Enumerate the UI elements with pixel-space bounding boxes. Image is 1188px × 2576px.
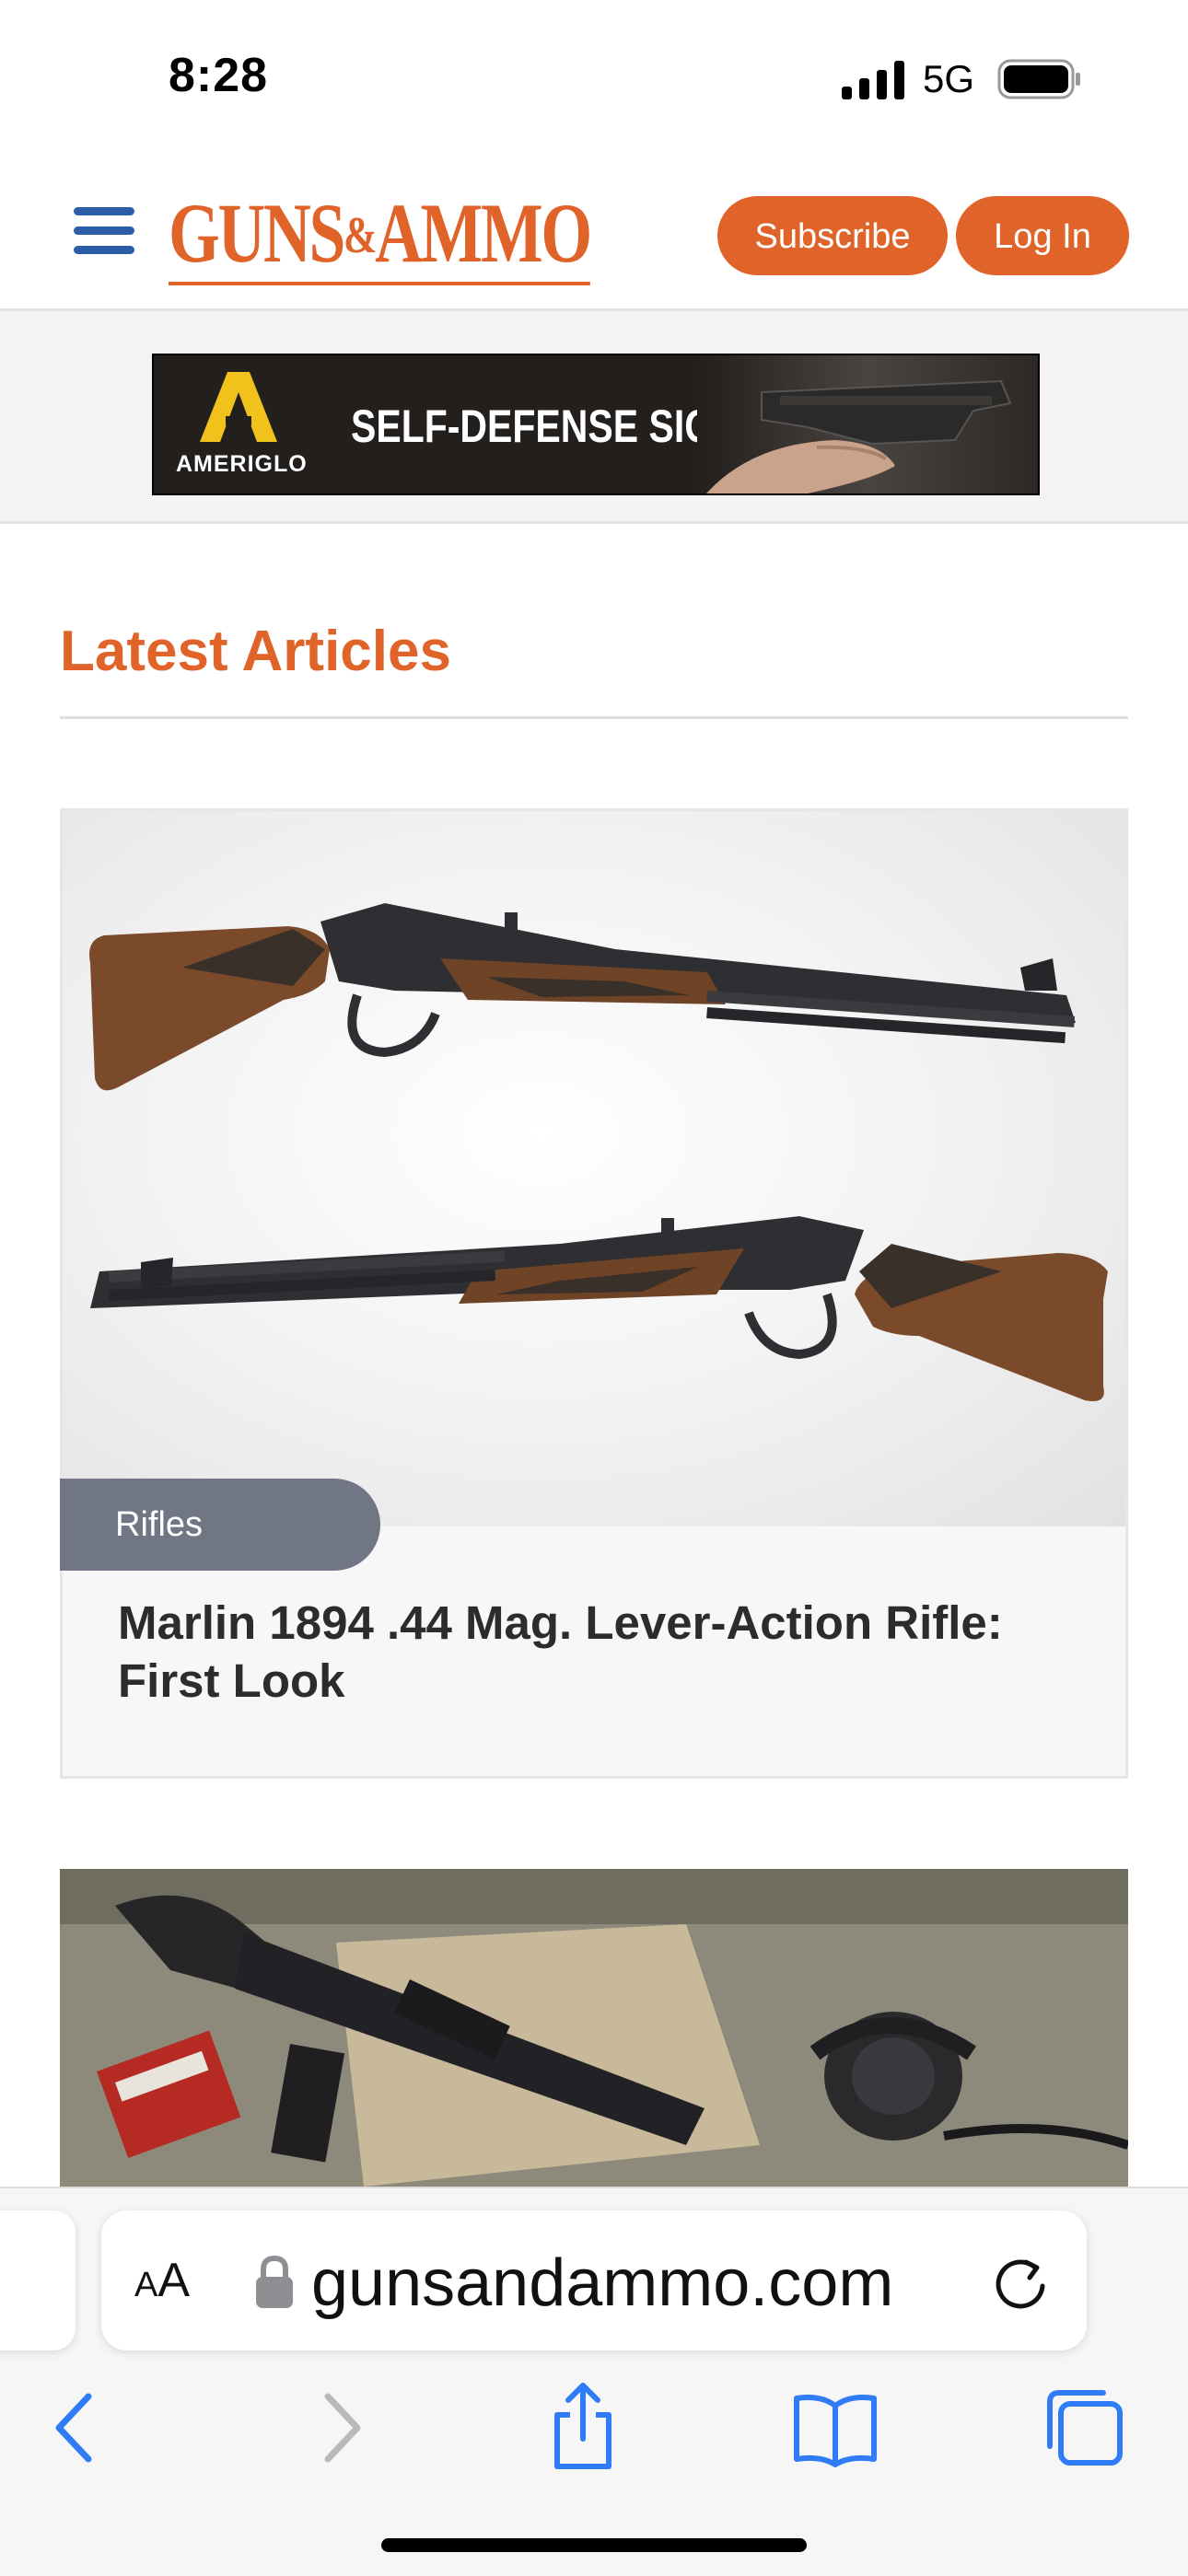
login-button[interactable]: Log In: [956, 196, 1129, 275]
hamburger-menu-icon[interactable]: [74, 207, 134, 259]
text-size-small: A: [134, 2266, 158, 2304]
rifle-top: [89, 903, 1076, 1091]
rifle-bottom: [90, 1216, 1108, 1401]
ameriglo-logo-icon: [200, 372, 277, 442]
address-bar[interactable]: AA gunsandammo.com: [101, 2210, 1087, 2350]
site-logo[interactable]: GUNS&AMMO: [169, 186, 592, 285]
previous-tab-preview[interactable]: [0, 2210, 76, 2350]
article-title[interactable]: Marlin 1894 .44 Mag. Lever-Action Rifle:…: [118, 1594, 1094, 1710]
site-header: GUNS&AMMO Subscribe Log In: [0, 157, 1188, 311]
logo-ampersand: &: [344, 207, 377, 264]
category-tag[interactable]: Rifles: [60, 1479, 380, 1571]
book-icon[interactable]: [789, 2382, 881, 2474]
ad-banner[interactable]: AMERIGLO SELF-DEFENSE SIGHTS: [152, 354, 1040, 495]
ad-strip: AMERIGLO SELF-DEFENSE SIGHTS: [0, 311, 1188, 524]
logo-text-ammo: AMMO: [375, 186, 592, 280]
home-indicator[interactable]: [381, 2538, 807, 2552]
ar-rifle-image: [60, 1869, 1128, 2187]
text-size-button[interactable]: AA: [134, 2253, 190, 2308]
chevron-left-icon[interactable]: [31, 2382, 123, 2474]
tabs-icon[interactable]: [1039, 2382, 1131, 2474]
section-title: Latest Articles: [60, 620, 451, 683]
browser-toolbar: AA gunsandammo.com: [0, 2187, 1188, 2576]
reload-icon[interactable]: [993, 2255, 1050, 2312]
article-image[interactable]: [63, 811, 1125, 1526]
article-card[interactable]: Rifles Marlin 1894 .44 Mag. Lever-Action…: [60, 808, 1128, 1779]
status-time: 8:28: [169, 49, 269, 102]
status-bar: 8:28 5G: [0, 0, 1188, 157]
network-type: 5G: [923, 57, 975, 100]
battery-icon: [997, 59, 1080, 99]
lever-action-rifle-image: [89, 903, 1108, 1401]
article-image-2[interactable]: [60, 1869, 1128, 2187]
text-size-large: A: [157, 2254, 191, 2307]
share-icon[interactable]: [537, 2382, 629, 2474]
logo-text-guns: GUNS: [169, 186, 345, 280]
section-divider: [60, 716, 1128, 719]
subscribe-button[interactable]: Subscribe: [717, 196, 948, 275]
cellular-signal-icon: [842, 61, 904, 99]
pistol-ad-image: [697, 355, 1038, 493]
url-text[interactable]: gunsandammo.com: [311, 2245, 893, 2321]
ad-brand: AMERIGLO: [176, 451, 308, 477]
chevron-right-icon[interactable]: [293, 2382, 385, 2474]
lock-icon: [256, 2255, 293, 2308]
